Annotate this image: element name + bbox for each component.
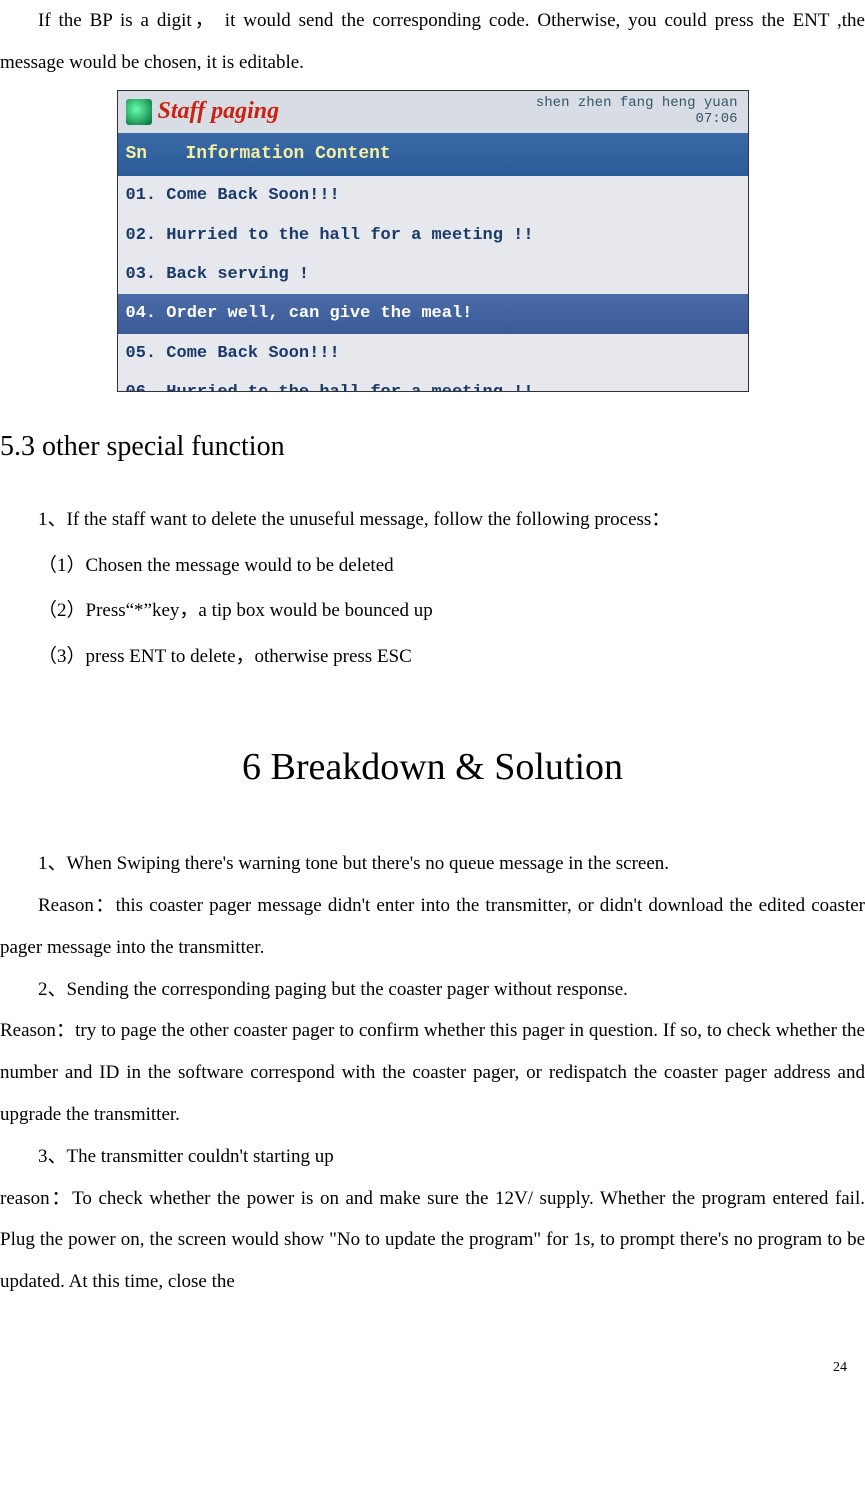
ch6-item1: 1、When Swiping there's warning tone but … (0, 843, 865, 885)
intro-text: If the BP is a digit， it would send the … (0, 10, 865, 73)
message-list: 01. Come Back Soon!!! 02. Hurried to the… (118, 176, 748, 391)
vendor-text: shen zhen fang heng yuan (536, 95, 738, 112)
app-title: Staff paging (158, 90, 280, 138)
ch6-reason1: Reason：this coaster pager message didn't… (0, 885, 865, 969)
list-item[interactable]: 05. Come Back Soon!!! (118, 334, 748, 373)
header-info: Information Content (186, 135, 391, 175)
device-screenshot-container: Staff paging shen zhen fang heng yuan 07… (0, 90, 865, 392)
list-item-selected[interactable]: 04. Order well, can give the meal! (118, 294, 748, 333)
device-screenshot: Staff paging shen zhen fang heng yuan 07… (117, 90, 749, 392)
header-sn: Sn (126, 135, 186, 175)
section-5-3-list: 1、If the staff want to delete the unusef… (38, 497, 865, 679)
list-item[interactable]: 02. Hurried to the hall for a meeting !! (118, 216, 748, 255)
sec53-line1: 1、If the staff want to delete the unusef… (38, 497, 865, 543)
ch6-reason3: reason：To check whether the power is on … (0, 1178, 865, 1303)
ch6-item3: 3、The transmitter couldn't starting up (0, 1136, 865, 1178)
clock-text: 07:06 (536, 111, 738, 128)
list-header: Sn Information Content (118, 133, 748, 177)
titlebar-right: shen zhen fang heng yuan 07:06 (536, 95, 738, 129)
page-number: 24 (0, 1353, 865, 1384)
ch6-reason2: Reason：try to page the other coaster pag… (0, 1010, 865, 1135)
list-item[interactable]: 06. Hurried to the hall for a meeting !! (118, 373, 748, 391)
list-item[interactable]: 03. Back serving ! (118, 255, 748, 294)
sec53-step3: （3）press ENT to delete，otherwise press E… (38, 634, 865, 680)
sec53-step1: （1）Chosen the message would to be delete… (38, 543, 865, 589)
sec53-step2: （2）Press“*”key，a tip box would be bounce… (38, 588, 865, 634)
app-logo-icon (126, 99, 152, 125)
section-5-3-title: 5.3 other special function (0, 416, 865, 478)
device-titlebar: Staff paging shen zhen fang heng yuan 07… (118, 91, 748, 133)
intro-paragraph: If the BP is a digit， it would send the … (0, 0, 865, 84)
list-item[interactable]: 01. Come Back Soon!!! (118, 176, 748, 215)
chapter-6-title: 6 Breakdown & Solution (0, 726, 865, 810)
ch6-item2: 2、Sending the corresponding paging but t… (0, 969, 865, 1011)
